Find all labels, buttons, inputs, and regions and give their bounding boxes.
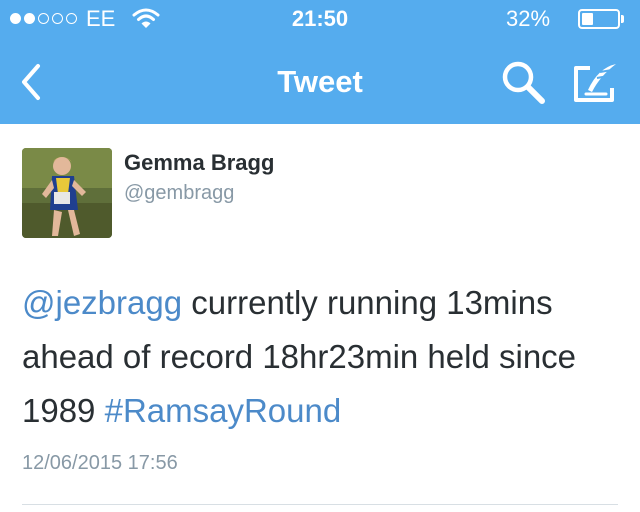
battery-icon [578, 9, 620, 29]
nav-bar: Tweet [0, 40, 640, 124]
tweet-timestamp: 12/06/2015 17:56 [22, 452, 178, 474]
tweet-detail: Gemma Bragg @gembragg @jezbragg currentl… [0, 124, 640, 512]
status-bar: EE 21:50 32% [0, 0, 640, 40]
divider [22, 504, 618, 505]
battery-level [582, 13, 593, 25]
battery-tip [621, 15, 624, 23]
battery-percentage: 32% [506, 6, 551, 31]
mention-link[interactable]: @jezbragg [22, 284, 182, 321]
compose-icon[interactable] [572, 62, 620, 104]
hashtag-link[interactable]: #RamsayRound [105, 392, 342, 429]
search-icon[interactable] [498, 58, 550, 106]
author-name[interactable]: Gemma Bragg [124, 150, 274, 176]
tweet-text: @jezbragg currently running 13mins ahead… [22, 276, 632, 438]
author-handle[interactable]: @gembragg [124, 182, 234, 205]
avatar[interactable] [22, 148, 112, 238]
navigation-header: EE 21:50 32% Tweet [0, 0, 640, 124]
